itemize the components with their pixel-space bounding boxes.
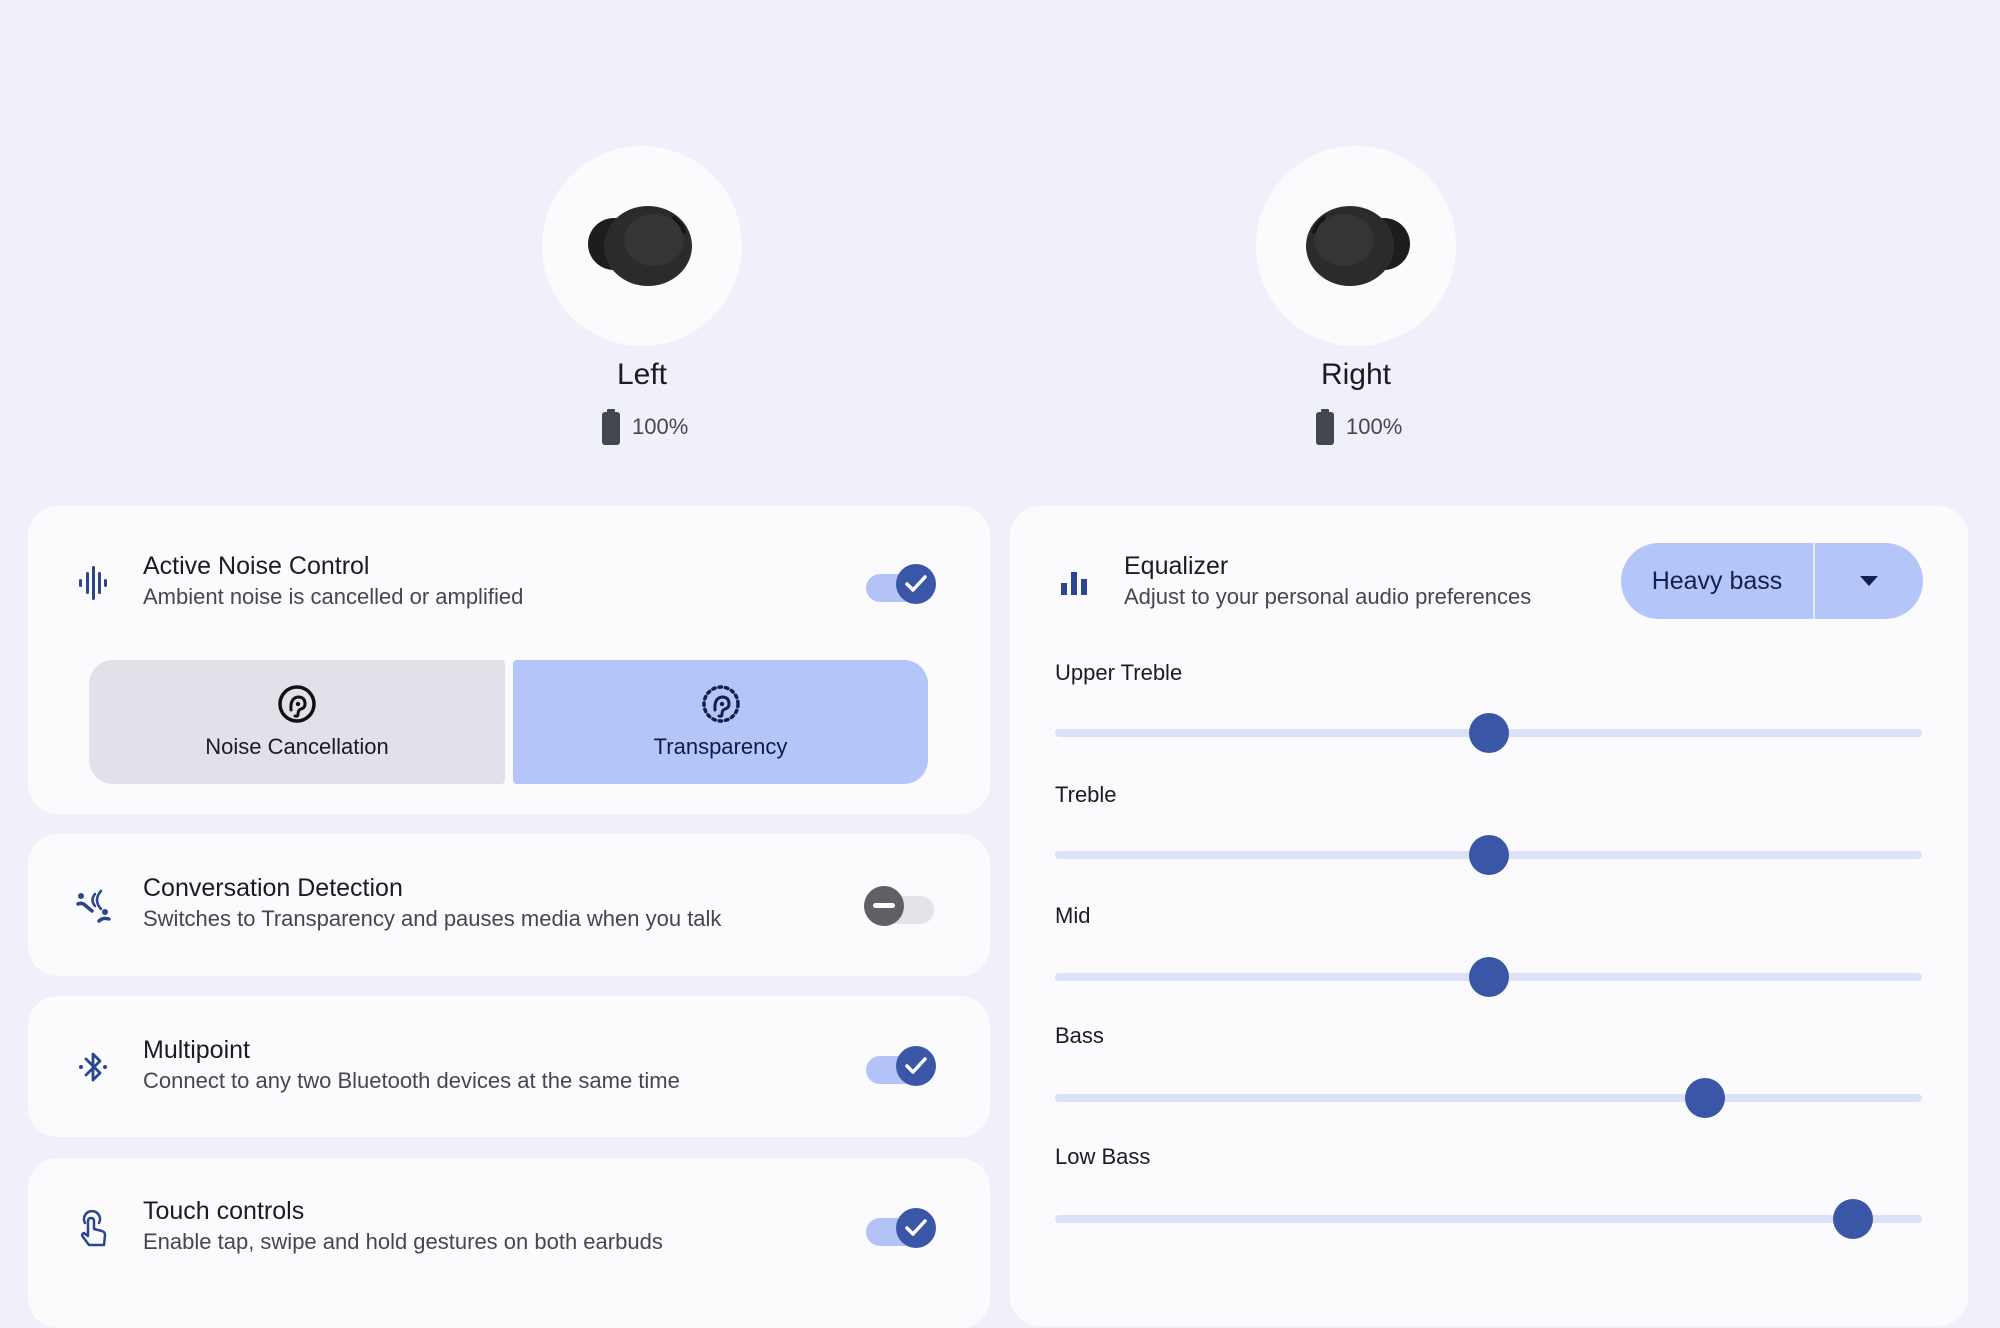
right-battery-text: 100% <box>1346 414 1403 439</box>
touch-controls-subtitle: Enable tap, swipe and hold gestures on b… <box>143 1229 663 1254</box>
right-earbud-label: Right <box>1320 358 1392 391</box>
battery-icon <box>1316 409 1334 445</box>
equalizer-title: Equalizer <box>1124 552 1229 580</box>
left-battery-status: 100% <box>602 409 688 445</box>
multipoint-toggle[interactable] <box>864 1042 936 1094</box>
noise-cancellation-label: Noise Cancellation <box>205 734 389 759</box>
anc-toggle[interactable] <box>864 560 936 612</box>
eq-band-label: Upper Treble <box>1055 660 1183 685</box>
slider-thumb[interactable] <box>1685 1078 1726 1118</box>
eq-preset-dropdown-button[interactable] <box>1815 543 1923 619</box>
eq-band-label: Bass <box>1055 1023 1104 1048</box>
right-earbud-image <box>1256 146 1456 346</box>
anc-title: Active Noise Control <box>143 552 370 580</box>
right-battery-status: 100% <box>1316 409 1402 445</box>
noise-cancellation-button[interactable]: Noise Cancellation <box>89 660 505 784</box>
eq-band-label: Treble <box>1055 782 1117 807</box>
earbud-left-icon <box>588 206 692 286</box>
transparency-button[interactable]: Transparency <box>513 660 928 784</box>
conversation-title: Conversation Detection <box>143 874 403 902</box>
conversation-icon <box>73 886 113 926</box>
multipoint-card <box>28 996 990 1137</box>
equalizer-subtitle: Adjust to your personal audio preference… <box>1124 584 1532 609</box>
conversation-subtitle: Switches to Transparency and pauses medi… <box>143 906 722 931</box>
conversation-card <box>28 834 990 976</box>
touch-controls-title: Touch controls <box>143 1197 305 1225</box>
multipoint-subtitle: Connect to any two Bluetooth devices at … <box>143 1068 680 1093</box>
ear-noise-cancel-icon <box>278 685 316 723</box>
toggle-thumb <box>896 1208 936 1248</box>
anc-subtitle: Ambient noise is cancelled or amplified <box>143 584 524 609</box>
eq-band-slider[interactable] <box>1055 955 1922 999</box>
bluetooth-icon <box>73 1047 113 1087</box>
slider-track[interactable] <box>1055 1094 1922 1102</box>
touch-controls-toggle[interactable] <box>864 1204 936 1256</box>
dropdown-arrow-icon <box>1860 576 1878 586</box>
check-icon <box>905 575 927 592</box>
eq-band-slider[interactable] <box>1055 833 1922 877</box>
eq-preset-button[interactable]: Heavy bass <box>1621 543 1813 619</box>
earbud-right-icon <box>1306 206 1410 286</box>
sound-wave-icon <box>73 563 113 603</box>
slider-thumb[interactable] <box>1468 835 1509 875</box>
eq-band-slider[interactable] <box>1055 1197 1922 1241</box>
check-icon <box>905 1057 927 1074</box>
eq-band-slider[interactable] <box>1055 711 1922 755</box>
ear-transparency-icon <box>701 685 740 723</box>
equalizer-icon <box>1054 563 1094 603</box>
left-earbud-label: Left <box>616 358 668 391</box>
toggle-thumb <box>896 1046 936 1086</box>
slider-thumb[interactable] <box>1468 713 1509 753</box>
eq-band-label: Mid <box>1055 903 1091 928</box>
multipoint-title: Multipoint <box>143 1036 250 1064</box>
battery-icon <box>602 409 620 445</box>
check-icon <box>905 1219 927 1236</box>
eq-band-slider[interactable] <box>1055 1076 1922 1120</box>
eq-preset-selector[interactable]: Heavy bass <box>1621 543 1923 619</box>
conversation-toggle[interactable] <box>864 882 936 934</box>
slider-thumb[interactable] <box>1468 957 1509 997</box>
left-battery-text: 100% <box>632 414 689 439</box>
slider-track[interactable] <box>1055 1215 1922 1223</box>
minus-icon <box>873 903 895 908</box>
toggle-thumb <box>896 564 936 604</box>
toggle-thumb <box>864 886 904 926</box>
eq-band-label: Low Bass <box>1055 1144 1151 1169</box>
transparency-label: Transparency <box>653 734 788 759</box>
left-earbud-image <box>542 146 742 346</box>
slider-thumb[interactable] <box>1832 1199 1873 1239</box>
touch-gesture-icon <box>73 1208 113 1248</box>
